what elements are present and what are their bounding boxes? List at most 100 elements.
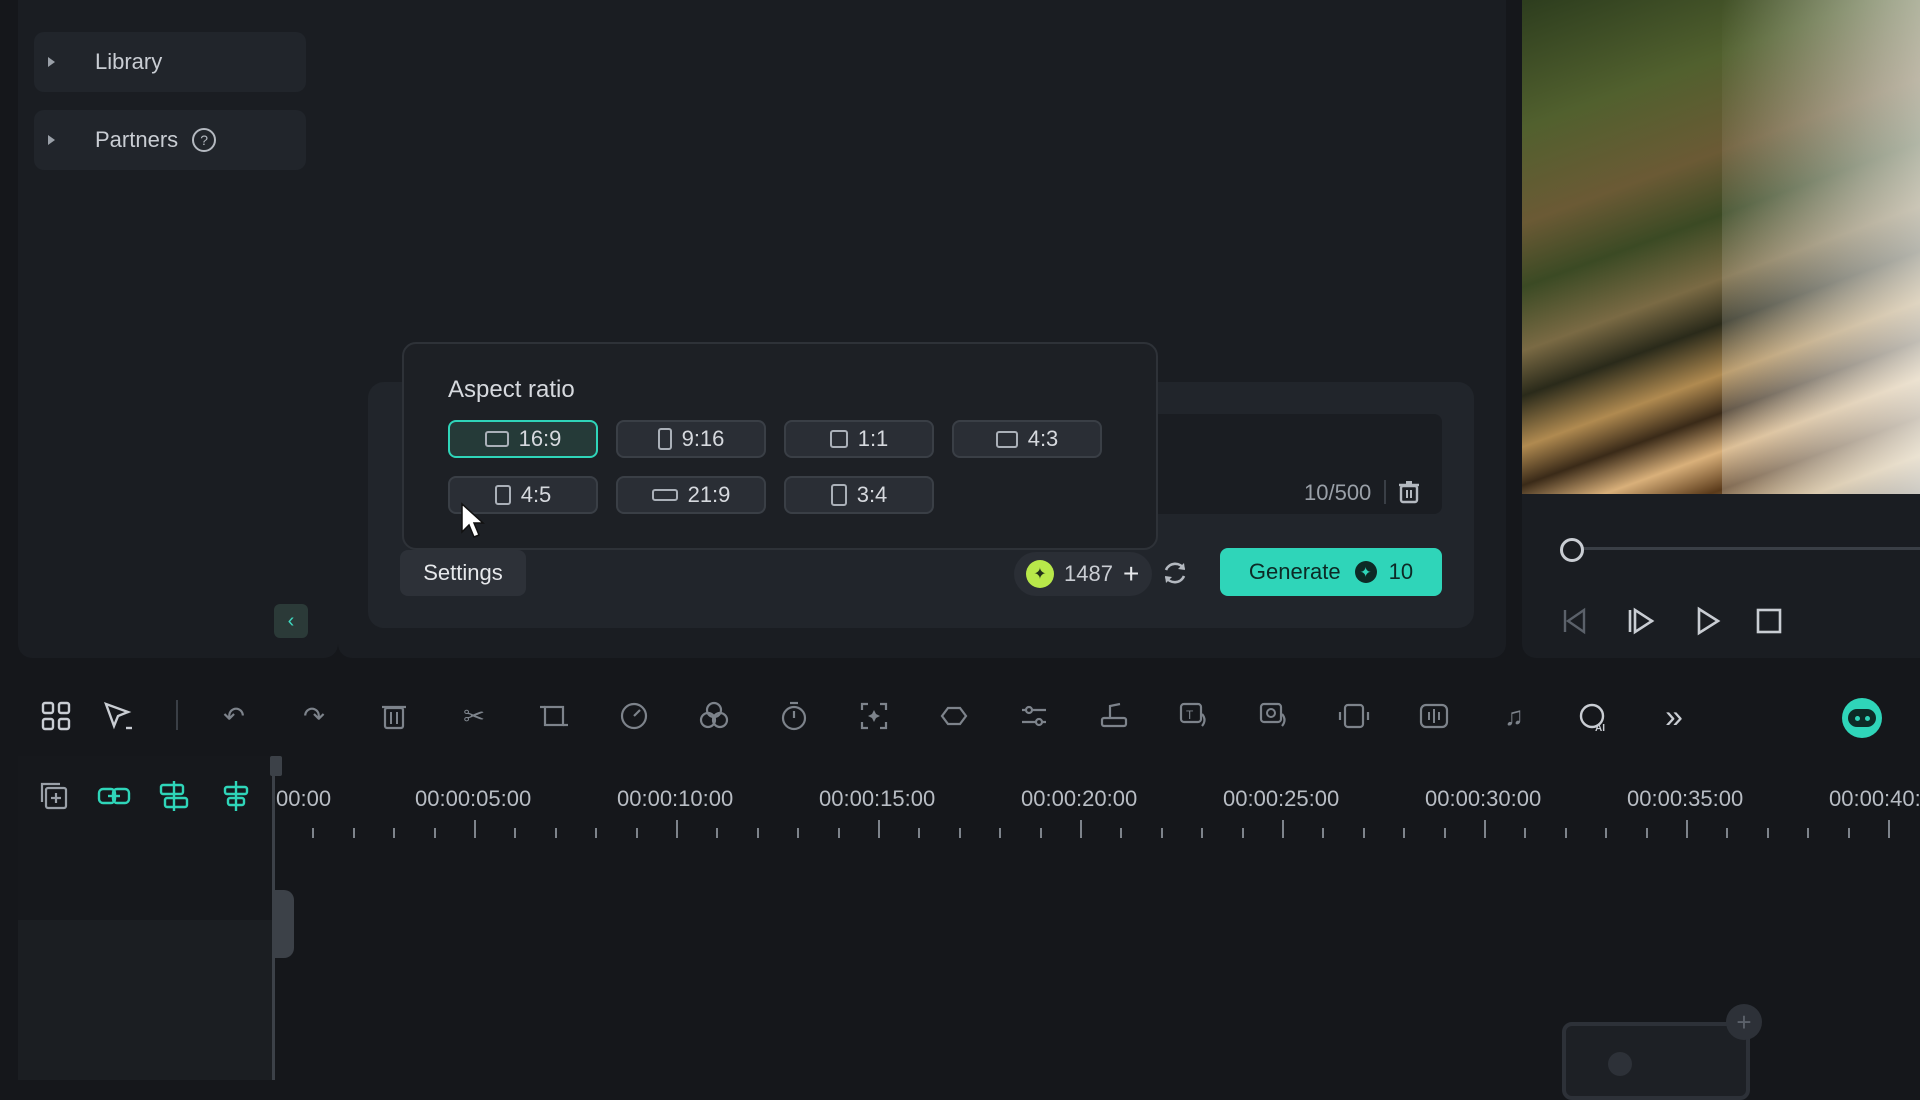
timeline-tick: [1726, 828, 1729, 838]
timeline-tick: [1241, 828, 1244, 838]
aspect-option-label: 21:9: [687, 482, 731, 507]
add-track-icon[interactable]: [36, 778, 72, 814]
aspect-option-label: 1:1: [857, 426, 889, 451]
snap-icon[interactable]: [218, 778, 254, 814]
timeline-tick: [1201, 828, 1204, 838]
trash-icon[interactable]: [1398, 480, 1420, 504]
aspect-option-label: 4:5: [520, 482, 552, 507]
voice-changer-icon[interactable]: [1256, 698, 1292, 734]
playhead-handle[interactable]: [270, 756, 282, 776]
crop-icon[interactable]: [536, 698, 572, 734]
track-resize-handle[interactable]: [272, 890, 294, 958]
timecode-label: 00:00:10:00: [617, 786, 734, 811]
more-tools-icon[interactable]: »: [1656, 698, 1692, 734]
timeline-tick: [1443, 828, 1446, 838]
caret-right-icon: [48, 135, 55, 145]
next-frame-icon[interactable]: [1624, 604, 1658, 638]
timeline-tick: [514, 828, 517, 838]
aspect-option-9-16[interactable]: 9:16: [616, 420, 766, 458]
timeline-tick: [837, 828, 840, 838]
audio-stretch-icon[interactable]: [1096, 698, 1132, 734]
split-scissors-icon[interactable]: ✂: [456, 698, 492, 734]
aspect-option-3-4[interactable]: 3:4: [784, 476, 934, 514]
sidebar-item-library[interactable]: Library: [34, 32, 306, 92]
timeline-tick: [1322, 828, 1325, 838]
char-count: 10/500: [1304, 480, 1372, 505]
timecode-label: 00:00:05:00: [415, 786, 532, 811]
aspect-option-4-3[interactable]: 4:3: [952, 420, 1102, 458]
sidebar-item-partners[interactable]: Partners ?: [34, 110, 306, 170]
credit-coin-icon: ✦: [1354, 561, 1377, 583]
landscape-icon: [484, 431, 509, 447]
adjust-icon[interactable]: [1016, 698, 1052, 734]
generate-button[interactable]: Generate ✦ 10: [1220, 548, 1442, 596]
play-icon[interactable]: [1690, 604, 1724, 638]
timeline-tick: [1847, 828, 1850, 838]
aspect-option-1-1[interactable]: 1:1: [784, 420, 934, 458]
speed-icon[interactable]: [616, 698, 652, 734]
timeline-tick: [312, 828, 315, 838]
drop-media-placeholder[interactable]: [1562, 1022, 1750, 1100]
portrait-icon: [830, 484, 847, 506]
robot-face-icon: [1848, 709, 1876, 727]
timeline-tick: [433, 828, 436, 838]
select-tool-icon[interactable]: [100, 698, 136, 734]
delete-icon[interactable]: [376, 698, 412, 734]
link-clips-icon[interactable]: [96, 778, 132, 814]
refresh-icon[interactable]: [1160, 558, 1190, 588]
robot-eye: [1864, 715, 1870, 721]
aspect-option-label: 3:4: [856, 482, 888, 507]
timecode-label: 00:00:35:00: [1627, 786, 1744, 811]
timeline-tick: [1807, 828, 1810, 838]
square-icon: [829, 430, 848, 448]
stabilization-icon[interactable]: [1336, 698, 1372, 734]
timer-icon[interactable]: [776, 698, 812, 734]
layout-grid-icon[interactable]: [38, 698, 74, 734]
text-to-speech-icon[interactable]: T: [1176, 698, 1212, 734]
timeline-tick: [393, 828, 396, 838]
caret-right-icon: [48, 57, 55, 67]
music-icon[interactable]: ♫: [1496, 698, 1532, 734]
credit-coin-icon: ✦: [1026, 560, 1054, 588]
timeline-tick: [1039, 828, 1042, 838]
keyframe-icon[interactable]: [936, 698, 972, 734]
timeline-tick: [1160, 828, 1163, 838]
prev-frame-icon[interactable]: [1558, 604, 1592, 638]
settings-button[interactable]: Settings: [400, 550, 526, 596]
media-sidebar: [18, 0, 338, 658]
ai-tools-icon[interactable]: AI: [1576, 698, 1612, 734]
credits-value: 1487: [1064, 561, 1113, 586]
robot-eye: [1854, 715, 1860, 721]
color-icon[interactable]: [696, 698, 732, 734]
aspect-option-label: 9:16: [681, 426, 725, 451]
wide-icon: [651, 489, 678, 501]
redo-icon[interactable]: ↷: [296, 698, 332, 734]
timeline-tick: [1120, 828, 1123, 838]
timeline-tick: [958, 828, 961, 838]
timeline-tick: [1888, 820, 1890, 838]
preview-scrub-handle[interactable]: [1560, 538, 1584, 562]
credits-badge[interactable]: ✦ 1487 +: [1014, 552, 1152, 596]
track-header: [18, 920, 272, 1080]
audio-waveform-icon[interactable]: [1416, 698, 1452, 734]
auto-reframe-icon[interactable]: [856, 698, 892, 734]
timeline-tick: [1080, 820, 1082, 838]
aspect-option-16-9[interactable]: 16:9: [448, 420, 598, 458]
add-credits-icon[interactable]: +: [1123, 558, 1139, 590]
toolbar-divider: [176, 700, 178, 730]
stop-icon[interactable]: [1752, 604, 1786, 638]
undo-icon[interactable]: ↶: [216, 698, 252, 734]
add-media-icon[interactable]: +: [1726, 1004, 1762, 1040]
aspect-ratio-title: Aspect ratio: [448, 376, 575, 403]
divider: [1384, 480, 1386, 504]
svg-text:T: T: [1186, 708, 1194, 722]
aspect-option-21-9[interactable]: 21:9: [616, 476, 766, 514]
preview-scrub-track[interactable]: [1572, 547, 1920, 550]
timecode-label: 00:00:15:00: [819, 786, 936, 811]
sidebar-item-label: Library: [95, 49, 163, 74]
main-track-magnet-icon[interactable]: [156, 778, 192, 814]
ai-copilot-icon[interactable]: [1842, 698, 1882, 738]
collapse-sidebar-button[interactable]: ‹: [274, 604, 308, 638]
help-icon[interactable]: ?: [192, 128, 217, 152]
svg-text:AI: AI: [1595, 723, 1605, 734]
